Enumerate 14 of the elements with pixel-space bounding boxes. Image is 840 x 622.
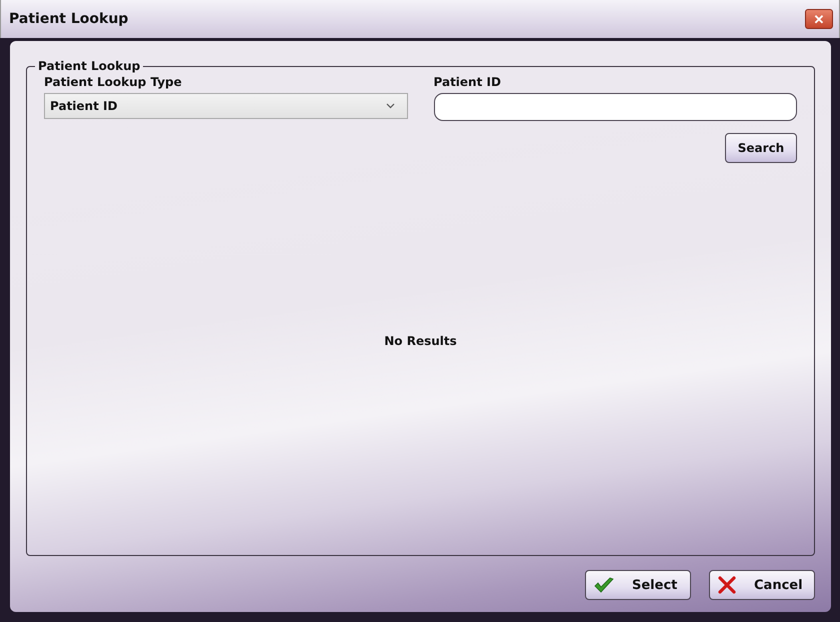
checkmark-icon <box>594 577 614 593</box>
field-label: Patient Lookup Type <box>44 75 183 89</box>
close-icon <box>718 576 736 594</box>
lookup-type-dropdown[interactable]: Patient ID <box>44 93 408 119</box>
field-label: Patient ID <box>434 75 502 89</box>
group-title: Patient Lookup <box>37 59 142 73</box>
window-title: Patient Lookup <box>9 11 128 27</box>
cancel-button[interactable]: Cancel <box>709 570 815 600</box>
close-button[interactable]: ✕ <box>805 9 833 29</box>
select-button[interactable]: Select <box>585 570 691 600</box>
chevron-icon <box>386 103 394 109</box>
search-button[interactable]: Search <box>725 133 797 163</box>
patient-id-field[interactable] <box>434 93 797 121</box>
no-results-message: No Results <box>384 334 457 348</box>
